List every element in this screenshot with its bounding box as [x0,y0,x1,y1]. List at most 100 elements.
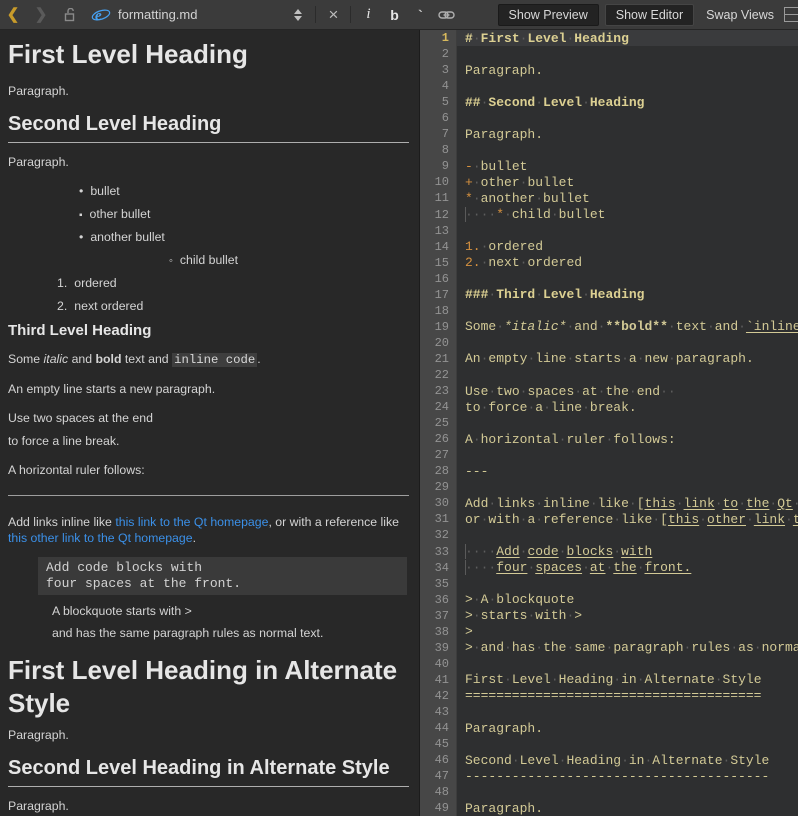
source-line-text: Second·Level·Heading·in·Alternate·Style [457,752,798,768]
editor-line[interactable]: 39>·and·has·the·same·paragraph·rules·as·… [420,640,798,656]
forward-button[interactable]: ❯ [30,3,52,27]
line-number: 28 [420,463,457,479]
editor-line[interactable]: 12····*·child·bullet [420,207,798,223]
editor-line[interactable]: 40 [420,656,798,672]
editor-line[interactable]: 4 [420,78,798,94]
editor-line[interactable]: 22 [420,367,798,383]
editor-line[interactable]: 23Use·two·spaces·at·the·end·· [420,383,798,399]
editor-line[interactable]: 43 [420,704,798,720]
editor-line[interactable]: 41First·Level·Heading·in·Alternate·Style [420,672,798,688]
editor-line[interactable]: 9-·bullet [420,158,798,174]
toolbar-separator [315,6,316,23]
editor-line[interactable]: 152.·next·ordered [420,255,798,271]
editor-line[interactable]: 25 [420,415,798,431]
editor-line[interactable]: 28--- [420,463,798,479]
link-icon [438,9,455,21]
editor-line[interactable]: 42====================================== [420,688,798,704]
ordered-list-item: 2.next ordered [8,299,409,313]
editor-line[interactable]: 17###·Third·Level·Heading [420,287,798,303]
text-run: . [257,352,260,366]
editor-line[interactable]: 30Add·links·inline·like·[this·link·to·th… [420,495,798,511]
editor-line[interactable]: 19Some·*italic*·and·**bold**·text·and·`i… [420,319,798,335]
qt-homepage-link[interactable]: this link to the Qt homepage [115,515,268,529]
ordered-list-item: 1.ordered [8,276,409,290]
editor-line[interactable]: 29 [420,479,798,495]
source-line-text: 1.·ordered [457,239,798,255]
insert-link-button[interactable] [435,3,457,27]
split-view: First Level Heading Paragraph. Second Le… [0,30,798,816]
editor-line[interactable]: 18 [420,303,798,319]
preview-rich-paragraph: Some italic and bold text and inline cod… [8,352,409,367]
whitespace-dots: · [551,672,559,687]
editor-line[interactable]: 33····Add·code·blocks·with [420,544,798,560]
editor-line[interactable]: 21An·empty·line·starts·a·new·paragraph. [420,351,798,367]
line-number: 13 [420,223,457,239]
source-line-text: Paragraph. [457,62,798,78]
document-dropdown-button[interactable] [287,3,309,27]
line-number: 44 [420,720,457,736]
editor-line[interactable]: 38> [420,624,798,640]
markdown-source-editor[interactable]: 1#·First·Level·Heading23Paragraph.45##·S… [420,30,798,816]
editor-line[interactable]: 35 [420,576,798,592]
editor-line[interactable]: 46Second·Level·Heading·in·Alternate·Styl… [420,752,798,768]
whitespace-dots: · [559,544,567,559]
editor-line[interactable]: 6 [420,110,798,126]
qt-homepage-reference-link[interactable]: this other link to the Qt homepage [8,531,193,545]
editor-line[interactable]: 49Paragraph. [420,800,798,816]
editor-line[interactable]: 47--------------------------------------… [420,768,798,784]
markdown-preview-pane: First Level Heading Paragraph. Second Le… [0,30,420,816]
show-editor-button[interactable]: Show Editor [605,4,694,26]
editor-line[interactable]: 2 [420,46,798,62]
disc-bullet-icon: • [79,230,83,244]
editor-line[interactable]: 20 [420,335,798,351]
source-line-text: An·empty·line·starts·a·new·paragraph. [457,351,798,367]
whitespace-dots: · [629,496,637,511]
whitespace-dots: ···· [465,544,496,559]
editor-line[interactable]: 16 [420,271,798,287]
whitespace-dots: · [481,400,489,415]
editor-line[interactable]: 45 [420,736,798,752]
italic-format-button[interactable]: i [357,3,379,27]
editor-line[interactable]: 11*·another·bullet [420,190,798,206]
source-line-text [457,142,798,158]
close-document-button[interactable]: × [322,3,344,27]
swap-views-button[interactable]: Swap Views [706,8,774,22]
editor-line[interactable]: 8 [420,142,798,158]
line-number: 6 [420,110,457,126]
editor-line[interactable]: 48 [420,784,798,800]
editor-line[interactable]: 36>·A·blockquote [420,592,798,608]
editor-line[interactable]: 37>·starts·with·> [420,608,798,624]
editor-line[interactable]: 1#·First·Level·Heading [420,30,798,46]
editor-line[interactable]: 13 [420,223,798,239]
line-number: 4 [420,78,457,94]
lock-toggle-button[interactable] [58,3,80,27]
editor-toolbar: ❮ ❯ e formatting.md × i [0,0,798,30]
window-split-icon[interactable] [784,7,798,22]
whitespace-dots: · [520,175,528,190]
editor-line[interactable]: 32 [420,527,798,543]
line-number: 23 [420,383,457,399]
inline-code-format-button[interactable]: ` [409,3,431,27]
bold-format-button[interactable]: b [383,3,405,27]
editor-line[interactable]: 31or·with·a·reference·like·[this·other·l… [420,511,798,527]
editor-line[interactable]: 34····four·spaces·at·the·front. [420,560,798,576]
editor-line[interactable]: 44Paragraph. [420,720,798,736]
editor-line[interactable]: 141.·ordered [420,239,798,255]
document-type-icon-button[interactable]: e [90,3,112,27]
preview-h2-alt: Second Level Heading in Alternate Style [8,757,409,787]
editor-line[interactable]: 26A·horizontal·ruler·follows: [420,431,798,447]
editor-line[interactable]: 10+·other·bullet [420,174,798,190]
editor-line[interactable]: 3Paragraph. [420,62,798,78]
editor-line[interactable]: 27 [420,447,798,463]
whitespace-dots: · [520,31,528,46]
source-line-text [457,271,798,287]
source-line-text: --------------------------------------- [457,768,798,784]
editor-line[interactable]: 5##·Second·Level·Heading [420,94,798,110]
editor-line[interactable]: 7Paragraph. [420,126,798,142]
editor-line[interactable]: 24to·force·a·line·break. [420,399,798,415]
open-document-name[interactable]: formatting.md [118,7,197,22]
preview-paragraph: Paragraph. [8,155,409,169]
whitespace-dots: · [605,560,613,575]
back-button[interactable]: ❮ [2,3,24,27]
show-preview-button[interactable]: Show Preview [498,4,599,26]
